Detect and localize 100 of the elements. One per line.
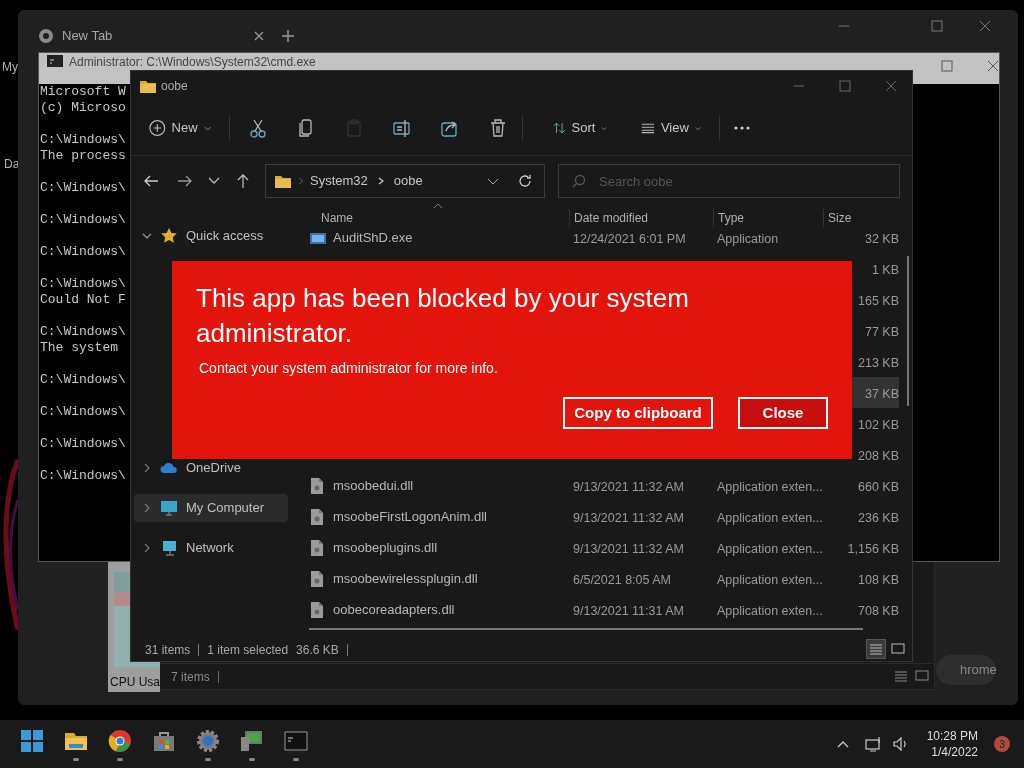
console-line: C:\Windows\ <box>40 212 126 228</box>
refresh-icon[interactable] <box>518 174 532 188</box>
close-icon[interactable] <box>885 80 897 92</box>
new-button[interactable]: New <box>141 111 219 145</box>
dialog-title: This app has been blocked by your system administrator. <box>196 282 690 350</box>
rectangle-icon <box>915 670 929 682</box>
lines-icon <box>869 643 883 655</box>
type-cell: Application exten... <box>717 541 823 556</box>
chevron-icon <box>298 177 304 185</box>
computer-icon <box>240 729 264 753</box>
search-icon <box>572 174 586 188</box>
status-text: 31 items <box>145 642 191 659</box>
type-cell: Application exten... <box>717 572 823 587</box>
type-cell: Application <box>717 231 779 246</box>
tab-title[interactable]: New Tab <box>62 26 246 46</box>
caret-icon[interactable] <box>208 177 220 185</box>
breadcrumb[interactable]: oobe <box>393 171 423 191</box>
up-icon[interactable] <box>236 173 250 189</box>
desktop-icon-label[interactable]: Da <box>4 155 20 173</box>
cut-icon <box>249 118 267 138</box>
settings-icon <box>196 729 220 753</box>
taskbar-app[interactable] <box>196 727 220 761</box>
folder-icon <box>139 78 157 94</box>
console-line: Microsoft W <box>40 84 126 100</box>
details-view-button[interactable] <box>866 639 886 659</box>
chevron-icon[interactable] <box>142 503 152 513</box>
view-button[interactable]: View <box>633 111 709 145</box>
size-cell: 708 KB <box>858 603 899 618</box>
console-line: Could Not F <box>40 292 126 308</box>
scrollbar-thumb[interactable] <box>309 628 863 630</box>
sort-caret-icon <box>433 203 443 209</box>
close-icon[interactable] <box>987 60 999 72</box>
date-cell: 9/13/2021 11:32 AM <box>573 541 684 556</box>
address-bar[interactable]: System32 oobe <box>265 164 545 198</box>
nav-item[interactable]: Network <box>134 534 288 562</box>
lines-icon <box>894 670 908 682</box>
date-cell: 9/13/2021 11:32 AM <box>573 479 684 494</box>
size-cell: 208 KB <box>858 448 899 463</box>
console-line: The system <box>40 340 118 356</box>
caret-icon[interactable] <box>487 178 499 186</box>
console-line: The process <box>40 148 126 164</box>
column-header[interactable]: Size <box>823 209 899 227</box>
file-name[interactable]: oobecoreadapters.dll <box>333 599 455 620</box>
chevron-icon <box>377 177 384 185</box>
copy-button[interactable]: Copy to clipboard <box>563 397 713 429</box>
size-cell: 1,156 KB <box>847 541 899 556</box>
monitor-icon <box>160 499 178 517</box>
file-name[interactable]: msoobeplugins.dll <box>333 537 438 558</box>
nav-item[interactable]: My Computer <box>134 494 288 522</box>
column-header[interactable]: Name <box>309 209 569 227</box>
search-field[interactable]: Search oobe <box>558 164 900 198</box>
window-title: oobe <box>161 78 188 95</box>
close-icon[interactable] <box>254 31 264 41</box>
file-name[interactable]: msoobeFirstLogonAnim.dll <box>333 506 487 527</box>
chevron-up-icon[interactable] <box>836 740 849 748</box>
clock-time[interactable]: 10:28 PM <box>926 728 978 744</box>
chevron-icon[interactable] <box>142 543 152 553</box>
breadcrumb[interactable]: System32 <box>310 171 368 191</box>
type-cell: Application exten... <box>717 603 823 618</box>
clock-date[interactable]: 1/4/2022 <box>931 744 978 760</box>
console-line: C:\Windows\ <box>40 404 126 420</box>
type-cell: Application exten... <box>717 510 823 525</box>
size-cell: 32 KB <box>864 231 899 246</box>
copy-icon <box>297 118 315 138</box>
volume-icon[interactable] <box>892 737 909 751</box>
file-name[interactable]: AuditShD.exe <box>333 227 413 248</box>
file-name[interactable]: msoobedui.dll <box>333 475 414 496</box>
delete-icon <box>489 118 507 138</box>
size-cell: 213 KB <box>858 355 899 370</box>
desktop-icon-label[interactable]: My <box>2 58 18 76</box>
chrome-icon <box>108 729 132 753</box>
plus-circle-icon <box>149 119 166 137</box>
shortcut-chip[interactable]: hrome <box>936 655 996 685</box>
back-icon[interactable] <box>143 174 159 188</box>
column-header[interactable]: Date modified <box>569 209 713 227</box>
caret-icon[interactable] <box>142 231 152 241</box>
forward-icon[interactable] <box>177 174 193 188</box>
chevron-icon[interactable] <box>142 463 152 473</box>
status-text: 36.6 KB <box>296 642 339 659</box>
column-header[interactable]: Type <box>713 209 823 227</box>
scrollbar-thumb[interactable] <box>907 256 909 406</box>
console-line: C:\Windows\ <box>40 372 126 388</box>
nav-item[interactable]: Quick access <box>134 222 288 250</box>
chrome-icon <box>38 28 54 44</box>
size-cell: 108 KB <box>858 572 899 587</box>
date-cell: 6/5/2021 8:05 AM <box>573 572 671 587</box>
maximize-icon[interactable] <box>941 60 953 72</box>
date-cell: 9/13/2021 11:31 AM <box>573 603 684 618</box>
sort-button[interactable]: Sort <box>545 111 615 145</box>
list-icon <box>641 121 655 135</box>
console-line: C:\Windows\ <box>40 244 126 260</box>
size-cell: 660 KB <box>858 479 899 494</box>
maximize-icon[interactable] <box>931 20 943 32</box>
close-icon[interactable] <box>979 20 991 32</box>
network-icon[interactable] <box>864 736 883 752</box>
taskbar-app[interactable] <box>108 727 132 761</box>
console-line: C:\Windows\ <box>40 180 126 196</box>
new-tab-icon[interactable] <box>281 29 295 43</box>
close-button[interactable]: Close <box>738 397 828 429</box>
file-name[interactable]: msoobewirelessplugin.dll <box>333 568 478 589</box>
